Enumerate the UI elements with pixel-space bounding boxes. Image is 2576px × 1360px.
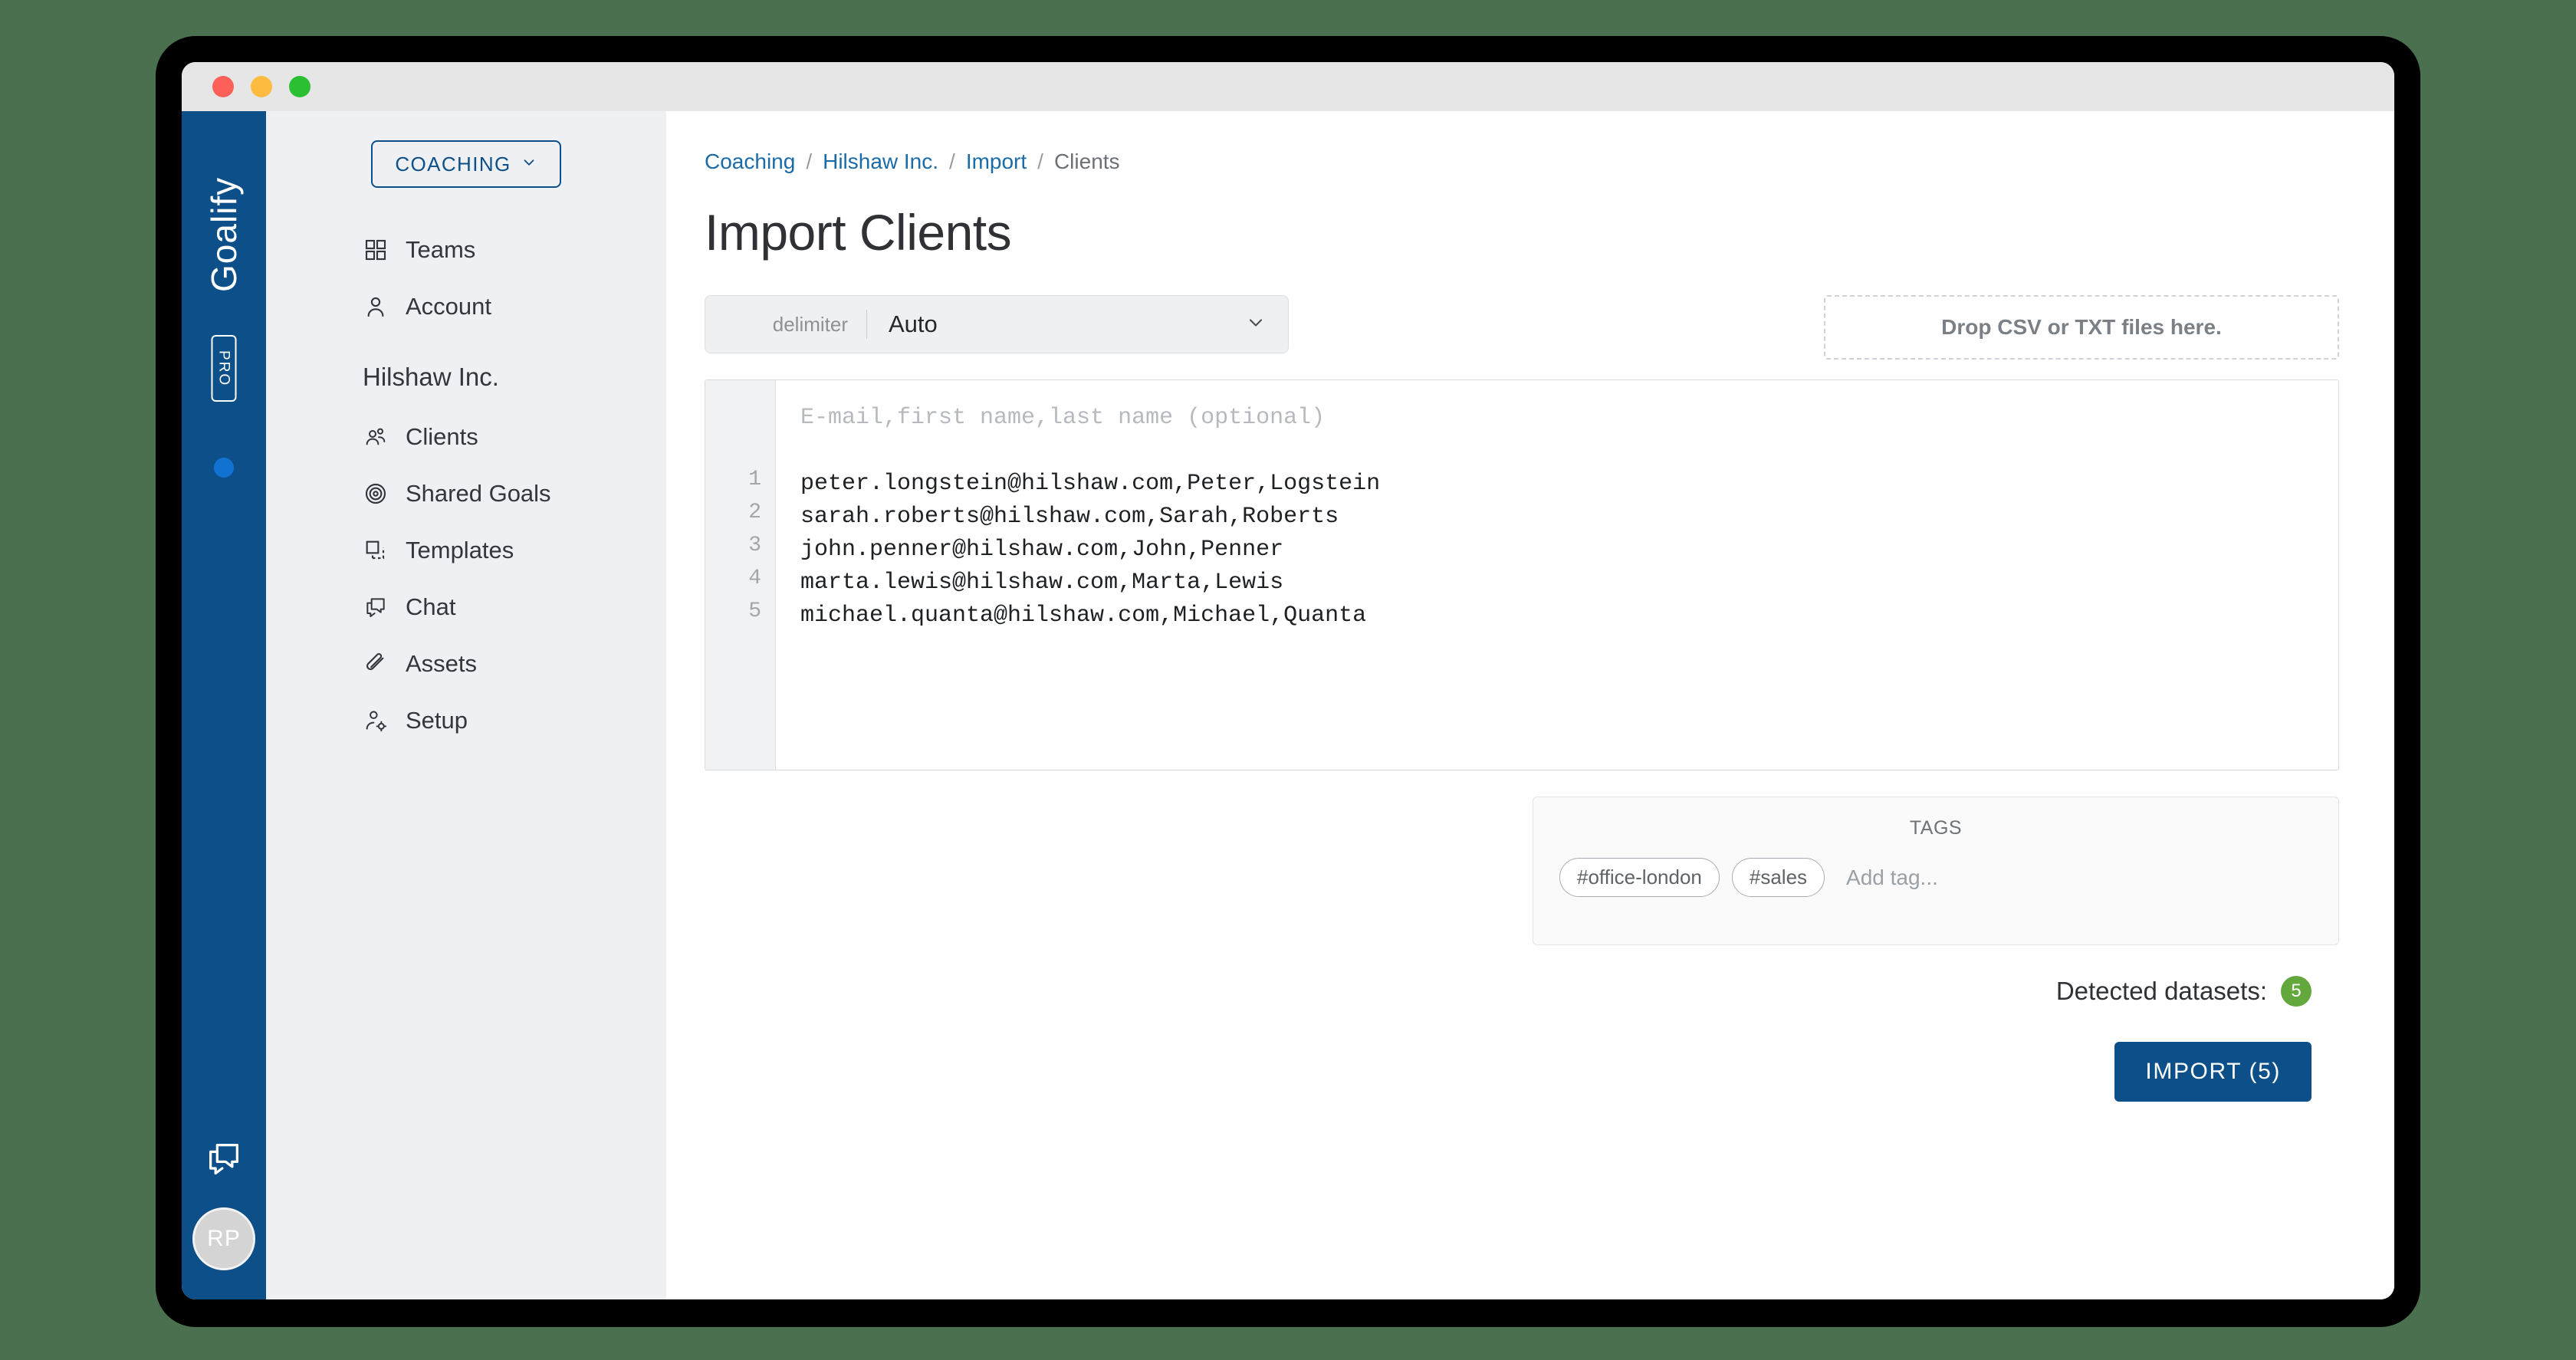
toolbar-row: delimiter Auto Drop CSV or TXT files her… <box>705 295 2339 360</box>
brand-rail: Goalify PRO RP <box>182 111 266 1299</box>
sidebar-item-label: Clients <box>406 423 478 450</box>
main-content: Coaching / Hilshaw Inc. / Import / Clien… <box>666 111 2394 1299</box>
import-button[interactable]: IMPORT (5) <box>2114 1042 2312 1102</box>
editor-content: peter.longstein@hilshaw.com,Peter,Logste… <box>800 468 2338 632</box>
device-frame: Goalify PRO RP COACHING Teams Account Hi… <box>156 36 2420 1327</box>
file-dropzone[interactable]: Drop CSV or TXT files here. <box>1824 295 2339 360</box>
add-tag-input[interactable]: Add tag... <box>1846 866 1938 890</box>
delimiter-value: Auto <box>889 310 938 338</box>
sidebar-org-group: Clients Shared Goals Templates Chat Asse… <box>266 409 666 749</box>
detected-datasets-row: Detected datasets: 5 <box>2056 976 2339 1007</box>
sidebar-item-chat[interactable]: Chat <box>266 579 666 636</box>
sidebar-org-label: Hilshaw Inc. <box>363 363 499 391</box>
chevron-down-icon <box>1245 312 1267 337</box>
workspace-switcher-label: COACHING <box>395 152 511 176</box>
csv-editor[interactable]: 1 2 3 4 5 E-mail,first name,last name (o… <box>705 379 2339 771</box>
sidebar-item-label: Assets <box>406 650 478 677</box>
minimize-window-button[interactable] <box>251 76 272 97</box>
line-number: 2 <box>748 501 761 525</box>
editor-line: michael.quanta@hilshaw.com,Michael,Quant… <box>800 603 1367 629</box>
sidebar-item-label: Chat <box>406 593 456 620</box>
sidebar-item-label: Setup <box>406 707 468 734</box>
tags-row: #office-london #sales Add tag... <box>1559 858 2312 898</box>
person-gear-icon <box>363 708 389 734</box>
chat-icon <box>363 594 389 620</box>
chat-icon[interactable] <box>204 1138 244 1178</box>
sidebar-item-label: Account <box>406 293 492 320</box>
tag-chip[interactable]: #office-london <box>1559 858 1720 898</box>
status-dot <box>214 458 234 478</box>
delimiter-label: delimiter <box>772 312 848 336</box>
file-dropzone-label: Drop CSV or TXT files here. <box>1941 315 2222 340</box>
paperclip-icon <box>363 651 389 677</box>
sidebar-item-account[interactable]: Account <box>266 278 666 335</box>
sidebar-item-label: Templates <box>406 537 514 563</box>
editor-header-hint: E-mail,first name,last name (optional) <box>800 405 1326 432</box>
detected-datasets-label: Detected datasets: <box>2055 977 2267 1006</box>
lower-section: TAGS #office-london #sales Add tag... De… <box>705 797 2339 1102</box>
breadcrumb-separator: / <box>1037 149 1043 173</box>
sidebar-item-teams[interactable]: Teams <box>266 222 666 278</box>
sidebar-item-shared-goals[interactable]: Shared Goals <box>266 465 666 522</box>
person-icon <box>363 294 389 320</box>
breadcrumb-separator: / <box>949 149 955 173</box>
window-titlebar <box>182 62 2394 111</box>
line-number: 3 <box>748 534 761 558</box>
breadcrumb: Coaching / Hilshaw Inc. / Import / Clien… <box>705 149 2339 174</box>
target-icon <box>363 481 389 507</box>
breadcrumb-separator: / <box>806 149 813 173</box>
copy-icon <box>363 537 389 563</box>
avatar[interactable]: RP <box>192 1207 255 1270</box>
editor-line: john.penner@hilshaw.com,John,Penner <box>800 537 1284 563</box>
app-body: Goalify PRO RP COACHING Teams Account Hi… <box>182 111 2394 1299</box>
chevron-down-icon <box>521 153 537 176</box>
editor-line-numbers: 1 2 3 4 5 <box>705 380 776 770</box>
breadcrumb-item-hilshaw-inc[interactable]: Hilshaw Inc. <box>823 149 938 174</box>
editor-text-area[interactable]: E-mail,first name,last name (optional) p… <box>776 380 2338 770</box>
tag-chip[interactable]: #sales <box>1731 858 1825 898</box>
sidebar-item-setup[interactable]: Setup <box>266 692 666 749</box>
detected-datasets-badge: 5 <box>2281 976 2312 1007</box>
line-number: 1 <box>748 468 761 492</box>
line-number: 4 <box>748 567 761 591</box>
breadcrumb-item-clients: Clients <box>1053 149 1120 173</box>
close-window-button[interactable] <box>212 76 234 97</box>
brand-wordmark: Goalify <box>204 176 244 293</box>
sidebar-item-assets[interactable]: Assets <box>266 636 666 692</box>
sidebar-item-label: Teams <box>406 236 476 263</box>
editor-line: sarah.roberts@hilshaw.com,Sarah,Roberts <box>800 504 1339 531</box>
tags-panel: TAGS #office-london #sales Add tag... <box>1533 797 2339 946</box>
sidebar: COACHING Teams Account Hilshaw Inc. Clie… <box>266 111 666 1299</box>
sidebar-item-label: Shared Goals <box>406 480 551 507</box>
page-title: Import Clients <box>705 204 1012 261</box>
breadcrumb-item-coaching[interactable]: Coaching <box>705 149 795 174</box>
breadcrumb-item-import[interactable]: Import <box>966 149 1027 174</box>
workspace-switcher-button[interactable]: COACHING <box>371 140 561 188</box>
plan-badge: PRO <box>211 335 237 402</box>
sidebar-item-clients[interactable]: Clients <box>266 409 666 465</box>
tags-panel-title: TAGS <box>1909 817 1963 839</box>
editor-line: peter.longstein@hilshaw.com,Peter,Logste… <box>800 471 1381 498</box>
delimiter-select[interactable]: delimiter Auto <box>705 295 1289 354</box>
maximize-window-button[interactable] <box>289 76 310 97</box>
line-number: 5 <box>748 600 761 624</box>
people-icon <box>363 424 389 450</box>
grid-icon <box>363 237 389 263</box>
sidebar-top-group: Teams Account <box>266 222 666 335</box>
editor-line: marta.lewis@hilshaw.com,Marta,Lewis <box>800 570 1284 596</box>
sidebar-item-templates[interactable]: Templates <box>266 522 666 579</box>
browser-window: Goalify PRO RP COACHING Teams Account Hi… <box>182 62 2394 1299</box>
